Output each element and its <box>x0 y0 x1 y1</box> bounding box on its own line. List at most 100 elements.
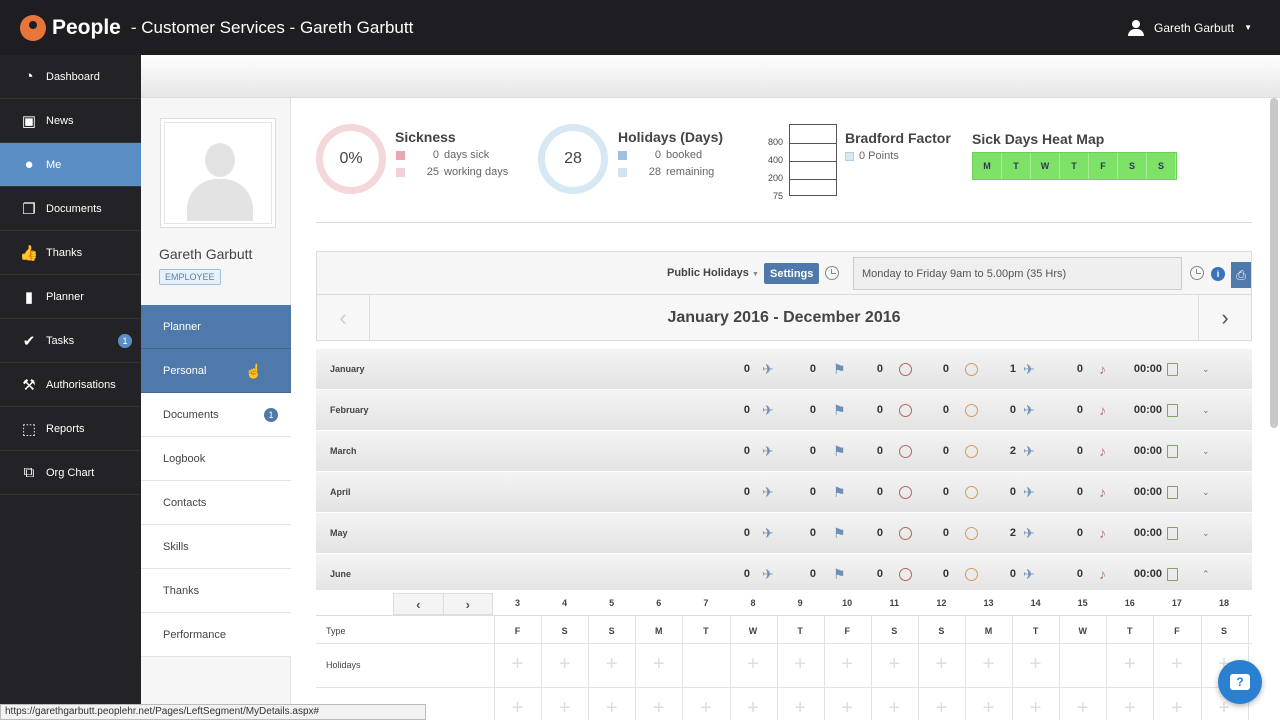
profile-name: Gareth Garbutt <box>159 246 253 262</box>
chevron-down-icon[interactable]: ⌄ <box>1202 405 1210 416</box>
add-entry-icon[interactable]: + <box>871 653 918 676</box>
sidebar-item-tasks[interactable]: ✔ Tasks 1 <box>0 319 141 363</box>
grid-divider <box>541 616 543 720</box>
month-row-february[interactable]: February 0 ✈ 0 ⚑ 0 0 0 ✈ 0 ♪ 00:00 ⌄ <box>316 390 1252 431</box>
add-entry-icon[interactable]: + <box>777 697 824 720</box>
sidebar-item-me[interactable]: ● Me <box>0 143 141 187</box>
sidebar-item-authorisations[interactable]: ⚒ Authorisations <box>0 363 141 407</box>
add-entry-icon[interactable]: + <box>635 653 682 676</box>
add-entry-icon[interactable]: + <box>588 653 635 676</box>
month-value: 0 <box>1009 486 1016 498</box>
user-icon <box>1128 19 1145 36</box>
add-entry-icon[interactable]: + <box>494 653 541 676</box>
grid-date: 6 <box>656 598 662 608</box>
add-entry-icon[interactable]: + <box>1106 653 1153 676</box>
foot-icon: ♪ <box>1099 566 1106 582</box>
submenu-item-performance[interactable]: Performance <box>141 613 291 657</box>
add-entry-icon[interactable]: + <box>824 697 871 720</box>
month-name: February <box>330 405 369 415</box>
month-row-march[interactable]: March 0 ✈ 0 ⚑ 0 0 2 ✈ 0 ♪ 00:00 ⌄ <box>316 431 1252 472</box>
sidebar-item-thanks[interactable]: 👍 Thanks <box>0 231 141 275</box>
add-entry-icon[interactable]: + <box>918 653 965 676</box>
submenu-item-logbook[interactable]: Logbook <box>141 437 291 481</box>
calendar-icon <box>1167 362 1178 376</box>
info-icon[interactable]: i <box>1211 267 1225 281</box>
public-holidays-dropdown[interactable]: Public Holidays ▼ <box>667 267 759 279</box>
add-entry-icon[interactable]: + <box>1012 653 1059 676</box>
people-logo-icon[interactable] <box>20 14 46 41</box>
submenu-item-personal[interactable]: Personal ☝ <box>141 349 291 393</box>
grid-weekday: S <box>608 626 615 636</box>
submenu-item-skills[interactable]: Skills <box>141 525 291 569</box>
avatar[interactable] <box>160 118 276 228</box>
month-row-may[interactable]: May 0 ✈ 0 ⚑ 0 0 2 ✈ 0 ♪ 00:00 ⌄ <box>316 513 1252 554</box>
month-row-june[interactable]: June 0 ✈ 0 ⚑ 0 0 0 ✈ 0 ♪ 00:00 ⌃ <box>316 554 1252 595</box>
add-entry-icon[interactable]: + <box>588 697 635 720</box>
add-entry-icon[interactable]: + <box>1153 653 1200 676</box>
sidebar-item-dashboard[interactable]: ◔ Dashboard <box>0 55 141 99</box>
submenu-item-thanks[interactable]: Thanks <box>141 569 291 613</box>
brand-name[interactable]: People <box>52 16 121 40</box>
page-scrollbar[interactable] <box>1270 98 1278 428</box>
sidebar-item-planner[interactable]: ▮ Planner <box>0 275 141 319</box>
grid-divider <box>588 616 590 720</box>
chevron-down-icon[interactable]: ⌄ <box>1202 487 1210 498</box>
add-entry-icon[interactable]: + <box>635 697 682 720</box>
grid-next-button[interactable]: › <box>444 594 493 614</box>
sickness-days-sick: 0 days sick <box>396 149 489 161</box>
clock-icon[interactable] <box>1190 266 1204 280</box>
add-entry-icon[interactable]: + <box>965 653 1012 676</box>
add-entry-icon[interactable]: + <box>541 653 588 676</box>
submenu-item-documents[interactable]: Documents 1 <box>141 393 291 437</box>
reports-icon: ⬚ <box>21 420 37 438</box>
add-entry-icon[interactable]: + <box>730 653 777 676</box>
add-entry-icon[interactable]: + <box>541 697 588 720</box>
grid-divider <box>316 687 1252 688</box>
clock-icon[interactable] <box>825 266 839 280</box>
add-entry-icon[interactable]: + <box>730 697 777 720</box>
sidebar-item-news[interactable]: ▣ News <box>0 99 141 143</box>
settings-button[interactable]: Settings <box>764 263 820 284</box>
month-row-january[interactable]: January 0 ✈ 0 ⚑ 0 0 1 ✈ 0 ♪ 00:00 ⌄ <box>316 349 1252 390</box>
grid-weekday: F <box>514 626 521 636</box>
tv-icon: ▣ <box>21 112 37 130</box>
chevron-up-icon[interactable]: ⌃ <box>1202 569 1210 580</box>
month-time: 00:00 <box>1133 404 1162 416</box>
add-entry-icon[interactable]: + <box>682 697 729 720</box>
submenu-item-planner[interactable]: Planner <box>141 305 291 349</box>
month-value: 0 <box>942 404 949 416</box>
chevron-down-icon[interactable]: ⌄ <box>1202 446 1210 457</box>
help-chat-button[interactable]: ? <box>1218 660 1262 704</box>
chevron-down-icon: ▼ <box>751 271 759 278</box>
submenu-item-label: Planner <box>163 320 201 333</box>
add-entry-icon[interactable]: + <box>494 697 541 720</box>
sidebar-item-label: Me <box>46 158 62 171</box>
sidebar-item-org-chart[interactable]: ⧉ Org Chart <box>0 451 141 495</box>
chevron-down-icon[interactable]: ⌄ <box>1202 528 1210 539</box>
add-entry-icon[interactable]: + <box>824 653 871 676</box>
user-menu[interactable]: Gareth Garbutt ▼ <box>1128 0 1252 55</box>
add-entry-icon[interactable]: + <box>777 653 824 676</box>
work-schedule-field[interactable]: Monday to Friday 9am to 5.00pm (35 Hrs) <box>853 257 1182 290</box>
sidebar-item-reports[interactable]: ⬚ Reports <box>0 407 141 451</box>
sick-face-icon <box>899 485 912 499</box>
sick-face-icon <box>899 567 912 581</box>
add-entry-icon[interactable]: + <box>1106 697 1153 720</box>
add-entry-icon[interactable]: + <box>965 697 1012 720</box>
add-entry-icon[interactable]: + <box>871 697 918 720</box>
add-entry-icon[interactable]: + <box>1153 697 1200 720</box>
add-entry-icon[interactable]: + <box>1012 697 1059 720</box>
print-icon[interactable]: ⎙ <box>1231 262 1251 288</box>
grid-weekday: S <box>938 626 945 636</box>
next-year-button[interactable]: › <box>1198 295 1251 340</box>
add-entry-icon[interactable]: + <box>1059 697 1106 720</box>
year-range-title: January 2016 - December 2016 <box>667 309 901 326</box>
submenu-item-contacts[interactable]: Contacts <box>141 481 291 525</box>
grid-weekday: S <box>1220 626 1227 636</box>
month-value: 0 <box>876 404 883 416</box>
chevron-down-icon[interactable]: ⌄ <box>1202 364 1210 375</box>
sidebar-item-documents[interactable]: ❐ Documents <box>0 187 141 231</box>
add-entry-icon[interactable]: + <box>918 697 965 720</box>
month-row-april[interactable]: April 0 ✈ 0 ⚑ 0 0 0 ✈ 0 ♪ 00:00 ⌄ <box>316 472 1252 513</box>
grid-prev-button[interactable]: ‹ <box>394 594 444 614</box>
